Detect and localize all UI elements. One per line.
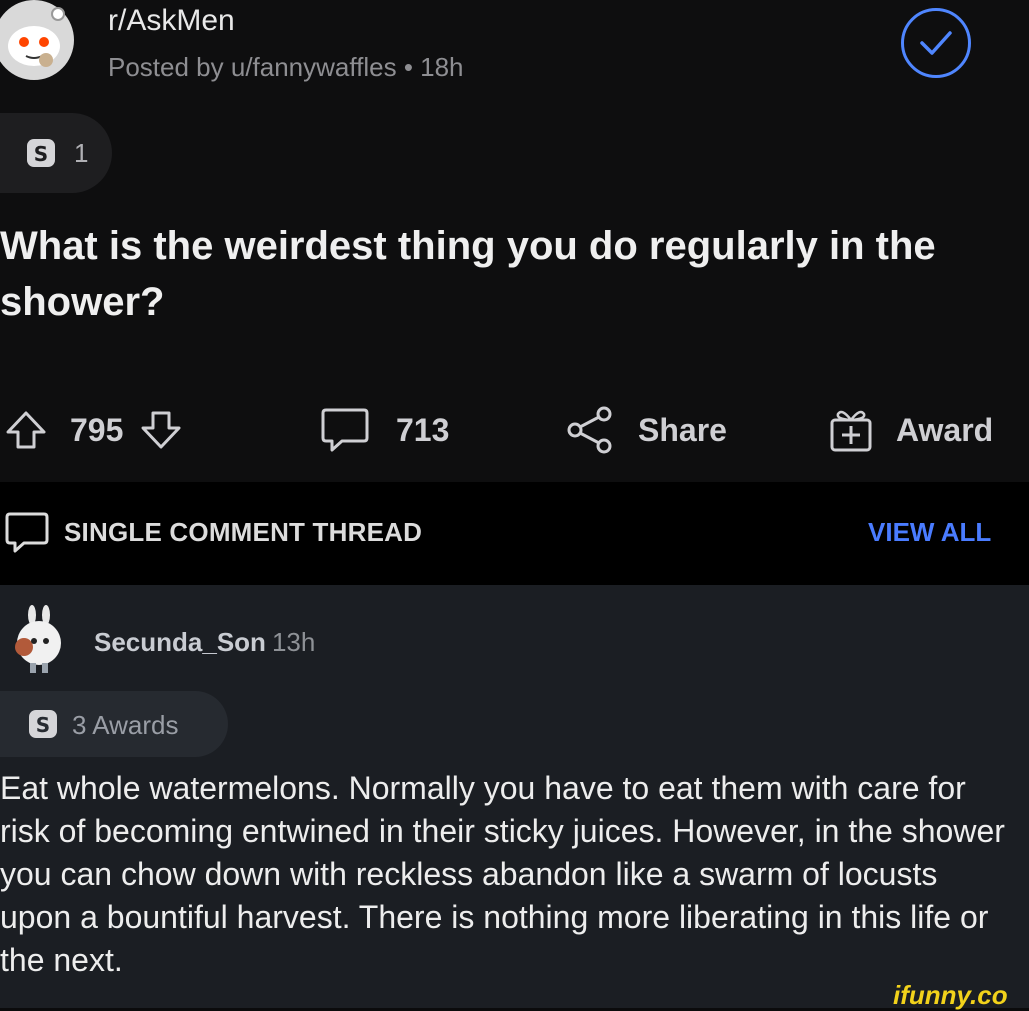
post-award-badge[interactable]: S 1 [0,113,112,193]
svg-text:S: S [34,142,48,166]
single-comment-thread-bar: SINGLE COMMENT THREAD VIEW ALL [0,482,1029,585]
subreddit-avatar[interactable] [0,0,84,84]
thread-comment-icon [5,512,49,553]
comment-username[interactable]: Secunda_Son [94,627,266,657]
share-label: Share [638,411,727,448]
post-card: r/AskMen Posted by u/fannywaffles • 18h … [0,0,1029,482]
svg-text:S: S [36,713,50,737]
subreddit-name[interactable]: r/AskMen [108,4,235,38]
comment-author-line: Secunda_Son 13h [94,627,315,658]
post-meta: Posted by u/fannywaffles • 18h [108,52,464,82]
view-all-link[interactable]: VIEW ALL [868,517,991,548]
comment-card: Secunda_Son 13h S 3 Awards Eat whole wate… [0,585,1029,1008]
comment-time: 13h [271,627,316,657]
share-button[interactable]: Share [566,398,727,462]
comments-button[interactable]: 713 [320,398,449,462]
award-gift-icon [830,410,872,452]
post-award-count: 1 [74,138,89,168]
comment-icon [321,408,369,452]
ifunny-watermark: ifunny.co [893,980,1008,1010]
silver-coin-icon: S [27,139,55,167]
award-label: Award [896,411,994,448]
share-icon [567,406,612,454]
commenter-avatar[interactable] [6,605,76,675]
silver-coin-icon: S [29,710,57,738]
post-title[interactable]: What is the weirdest thing you do regula… [0,218,990,330]
award-button[interactable]: Award [828,398,993,462]
join-check-button[interactable] [901,8,971,78]
check-icon [920,31,952,55]
downvote-icon[interactable] [139,408,183,452]
upvote-icon[interactable] [4,408,48,452]
comment-awards-badge[interactable]: S 3 Awards [0,691,228,757]
comment-count: 713 [396,411,450,448]
thread-label: SINGLE COMMENT THREAD [64,517,423,547]
comment-body: Eat whole watermelons. Normally you have… [0,770,1005,978]
post-action-bar: 795 713 Share Award [0,398,1029,462]
vote-group: 795 [4,398,183,462]
comment-awards-label: 3 Awards [72,710,179,740]
upvote-count: 795 [70,411,124,448]
